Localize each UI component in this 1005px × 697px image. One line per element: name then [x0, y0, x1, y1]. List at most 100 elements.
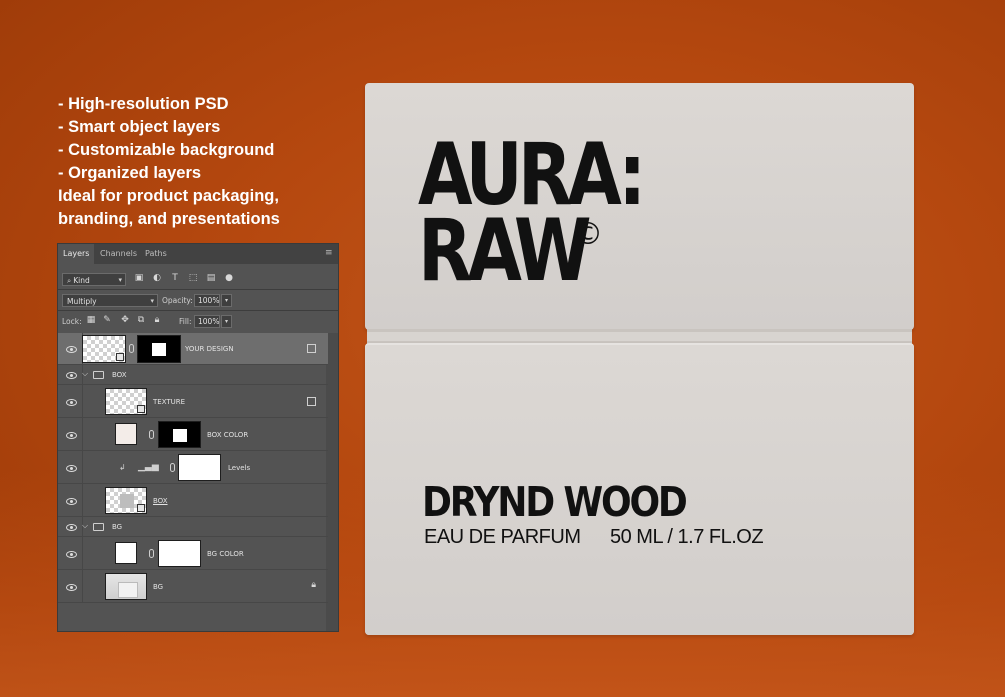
link-chain-icon[interactable] [129, 344, 134, 353]
panel-menu-icon[interactable]: ≡ [325, 249, 333, 258]
lock-image-pixels-icon[interactable]: ✎ [102, 315, 112, 325]
layer-name[interactable]: YOUR DESIGN [185, 345, 234, 353]
link-chain-icon[interactable] [170, 463, 175, 472]
fill-label: Fill: [179, 317, 192, 326]
layer-row-box-color[interactable]: BOX COLOR [58, 418, 328, 451]
smart-object-badge-icon [137, 405, 145, 413]
fill-color-thumbnail[interactable] [115, 423, 137, 445]
chevron-down-icon: ▾ [150, 297, 154, 305]
smart-object-badge-icon [137, 504, 145, 512]
fill-color-thumbnail[interactable] [115, 542, 137, 564]
link-chain-icon[interactable] [149, 549, 154, 558]
opacity-dropdown-icon[interactable]: ▾ [221, 294, 232, 307]
divider [82, 418, 83, 450]
visibility-eye-icon[interactable] [66, 345, 77, 353]
feature-item: - Customizable background [58, 141, 275, 159]
blend-row: Multiply ▾ Opacity: 100% ▾ [58, 291, 338, 311]
visibility-eye-icon[interactable] [66, 398, 77, 406]
divider [82, 570, 83, 602]
chevron-down-icon[interactable]: ⌵ [82, 521, 88, 531]
visibility-eye-icon[interactable] [66, 523, 77, 531]
layer-name[interactable]: BG [153, 583, 163, 591]
blend-mode-label: Multiply [67, 297, 97, 306]
product-subtitle: EAU DE PARFUM [424, 526, 581, 548]
product-name: DRYND WOOD [422, 478, 688, 526]
layer-thumbnail[interactable] [105, 573, 147, 600]
folder-icon [93, 523, 104, 531]
shape-filter-icon[interactable]: ⬚ [188, 273, 198, 283]
filter-kind-label: Kind [73, 276, 90, 285]
layer-row-levels[interactable]: ↲ ▁▃▅ Levels [58, 451, 328, 484]
feature-item: - Smart object layers [58, 118, 221, 136]
visibility-eye-icon[interactable] [66, 550, 77, 558]
clipping-mask-icon: ↲ [119, 463, 126, 472]
visibility-eye-icon[interactable] [66, 431, 77, 439]
layer-thumbnail[interactable] [82, 335, 126, 363]
divider [82, 451, 83, 483]
layer-name[interactable]: TEXTURE [153, 398, 185, 406]
visibility-eye-icon[interactable] [66, 464, 77, 472]
box-shape [120, 494, 134, 508]
layer-name[interactable]: BOX [153, 497, 168, 505]
layer-name[interactable]: Levels [228, 464, 250, 472]
image-filter-icon[interactable]: ▣ [134, 273, 144, 283]
smart-object-icon [307, 344, 316, 353]
mask-shape [152, 343, 166, 356]
mask-shape [173, 429, 187, 442]
visibility-eye-icon[interactable] [66, 583, 77, 591]
filter-toggle-icon[interactable]: ● [224, 273, 234, 283]
fill-dropdown-icon[interactable]: ▾ [221, 315, 232, 328]
visibility-eye-icon[interactable] [66, 371, 77, 379]
layer-name[interactable]: BOX [112, 371, 127, 379]
divider [82, 484, 83, 516]
layer-row-bg-group[interactable]: ⌵ BG [58, 517, 328, 537]
type-filter-icon[interactable]: T [170, 273, 180, 283]
layer-row-box[interactable]: BOX [58, 484, 328, 517]
fill-input[interactable]: 100% [194, 315, 220, 328]
layer-thumbnail[interactable] [105, 388, 147, 415]
lock-artboard-icon[interactable]: ⧉ [136, 315, 146, 325]
layer-row-bg-color[interactable]: BG COLOR [58, 537, 328, 570]
layer-name[interactable]: BG [112, 523, 122, 531]
layer-mask-thumbnail[interactable] [178, 454, 221, 481]
smart-object-badge-icon [116, 353, 124, 361]
layer-thumbnail[interactable] [105, 487, 147, 514]
feature-item: - High-resolution PSD [58, 95, 229, 113]
brand-line-2: RAW [418, 201, 592, 301]
link-chain-icon[interactable] [149, 430, 154, 439]
layer-name[interactable]: BG COLOR [207, 550, 244, 558]
tab-paths[interactable]: Paths [145, 244, 167, 264]
layer-row-texture[interactable]: TEXTURE [58, 385, 328, 418]
chevron-down-icon: ▾ [118, 276, 122, 284]
visibility-eye-icon[interactable] [66, 497, 77, 505]
filter-row: ⌕ Kind ▾ ▣ ◐ T ⬚ ▤ ● [58, 270, 338, 290]
divider [82, 385, 83, 417]
filter-kind-select[interactable]: ⌕ Kind ▾ [62, 273, 126, 286]
layer-row-box-group[interactable]: ⌵ BOX [58, 365, 328, 385]
feature-item: - Organized layers [58, 164, 202, 182]
opacity-input[interactable]: 100% [194, 294, 220, 307]
tab-channels[interactable]: Channels [100, 244, 137, 264]
box-seam [367, 329, 912, 344]
smart-object-filter-icon[interactable]: ▤ [206, 273, 216, 283]
layer-mask-thumbnail[interactable] [137, 335, 181, 363]
layer-name[interactable]: BOX COLOR [207, 431, 248, 439]
layer-mask-thumbnail[interactable] [158, 540, 201, 567]
lock-row: Lock: ▦ ✎ ✥ ⧉ 🔒︎ Fill: 100% ▾ [58, 312, 338, 332]
tab-layers[interactable]: Layers [58, 244, 95, 264]
lock-all-icon[interactable]: 🔒︎ [152, 315, 162, 325]
divider [82, 537, 83, 569]
blend-mode-select[interactable]: Multiply ▾ [62, 294, 158, 307]
smart-object-icon [307, 397, 316, 406]
layer-row-bg[interactable]: BG 🔒︎ [58, 570, 328, 603]
layer-mask-thumbnail[interactable] [158, 421, 201, 448]
adjustment-filter-icon[interactable]: ◐ [152, 273, 162, 283]
lock-label: Lock: [62, 317, 82, 326]
lock-transparent-pixels-icon[interactable]: ▦ [86, 315, 96, 325]
chevron-down-icon[interactable]: ⌵ [82, 369, 88, 379]
lock-icon: 🔒︎ [311, 580, 316, 590]
lock-position-icon[interactable]: ✥ [120, 315, 130, 325]
feature-item: branding, and presentations [58, 210, 280, 228]
layer-row-your-design[interactable]: YOUR DESIGN [58, 333, 328, 365]
levels-histogram-icon: ▁▃▅ [138, 462, 159, 472]
